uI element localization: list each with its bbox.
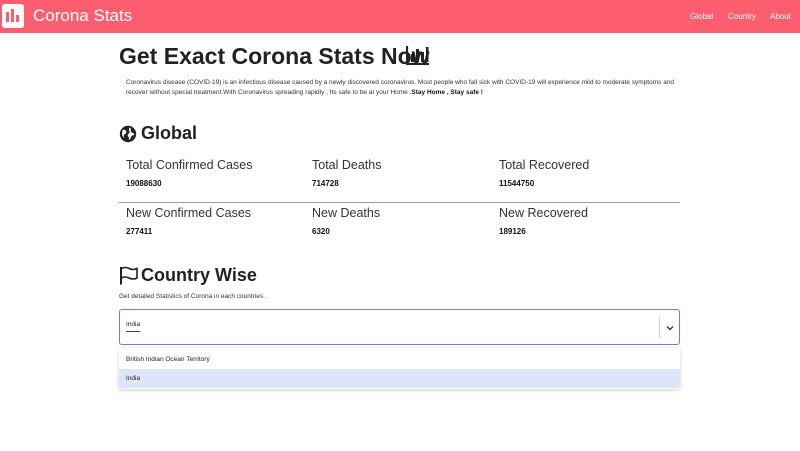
bar-chart-icon[interactable] [2, 4, 24, 28]
chevron-down-icon[interactable] [665, 323, 675, 333]
stats-divider [119, 202, 680, 203]
new-deaths-value: 6320 [312, 227, 330, 236]
select-separator [659, 317, 660, 338]
nav-link-global[interactable]: Global [690, 12, 713, 21]
total-confirmed-label: Total Confirmed Cases [126, 158, 253, 172]
new-recovered-value: 189126 [499, 227, 526, 236]
intro-highlight: Stay Home , Stay safe ! [411, 89, 483, 96]
chart-icon [406, 46, 429, 65]
country-select[interactable]: India [119, 309, 680, 345]
new-confirmed-label: New Confirmed Cases [126, 206, 252, 220]
navbar: Corona Stats Global Country About [0, 0, 800, 33]
globe-icon [119, 125, 137, 143]
flag-icon [120, 266, 138, 285]
nav-link-about[interactable]: About [770, 12, 791, 21]
intro-text: Coronavirus disease (COVID-19) is an inf… [126, 78, 686, 98]
dropdown-option-selected[interactable]: India [119, 369, 680, 388]
total-deaths-value: 714728 [312, 179, 339, 188]
nav-link-country[interactable]: Country [728, 12, 756, 21]
brand-title[interactable]: Corona Stats [33, 6, 132, 26]
total-deaths-label: Total Deaths [312, 158, 382, 172]
page-title: Get Exact Corona Stats Now [119, 43, 430, 69]
intro-body: Coronavirus disease (COVID-19) is an inf… [126, 79, 675, 96]
new-recovered-label: New Recovered [499, 206, 588, 220]
total-recovered-value: 11544750 [499, 179, 535, 188]
new-confirmed-value: 277411 [126, 227, 153, 236]
total-confirmed-value: 19088630 [126, 179, 162, 188]
dropdown-option[interactable]: British Indian Ocean Territory [119, 350, 680, 369]
total-recovered-label: Total Recovered [499, 158, 590, 172]
new-deaths-label: New Deaths [312, 206, 381, 220]
country-dropdown-menu: British Indian Ocean Territory India [119, 348, 680, 389]
country-description: Get detailed Statistics of Corona in eac… [119, 293, 267, 300]
country-section-title: Country Wise [141, 265, 257, 285]
country-search-input[interactable]: India [126, 321, 141, 332]
global-section-title: Global [141, 123, 198, 143]
